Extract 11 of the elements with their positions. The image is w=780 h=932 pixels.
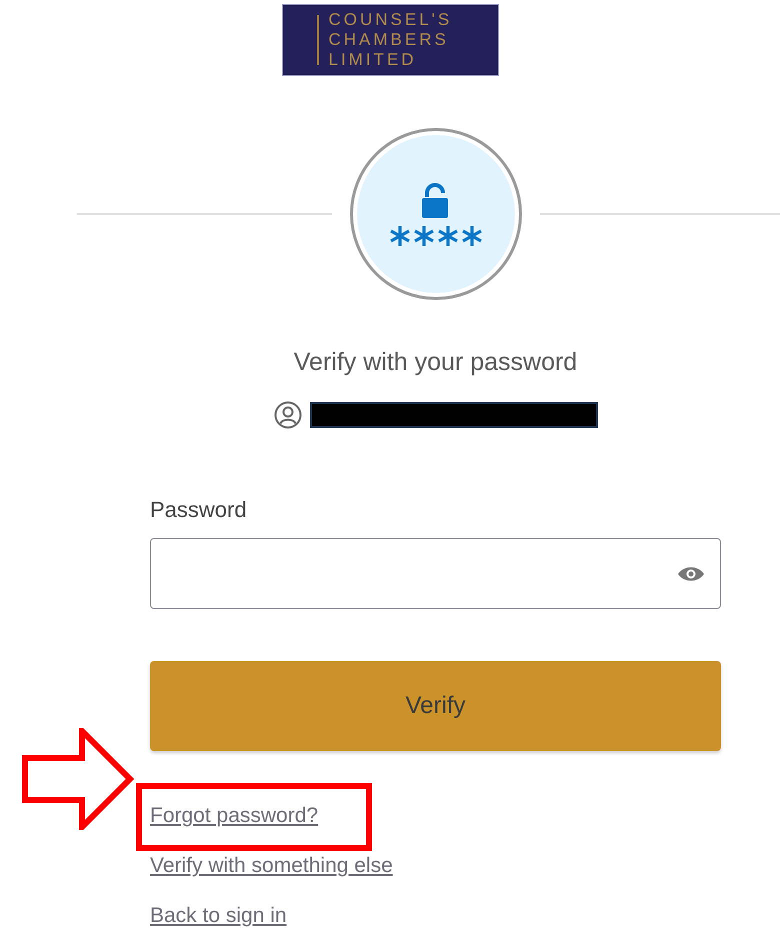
field-label: Password [150, 496, 248, 524]
verify-button[interactable]: Verify [150, 661, 721, 751]
logo-text: CHAMBERS [328, 30, 450, 50]
link[interactable]: Back to sign in [150, 900, 287, 932]
logo-text: COUNSEL'S [328, 10, 452, 30]
password-field[interactable] [150, 538, 721, 609]
logo-text: LIMITED [328, 50, 418, 70]
link[interactable]: Forgot password? [150, 800, 318, 832]
link[interactable]: Verify with something else [150, 850, 393, 882]
user-icon [274, 401, 302, 429]
title: Verify with your password [292, 347, 578, 377]
